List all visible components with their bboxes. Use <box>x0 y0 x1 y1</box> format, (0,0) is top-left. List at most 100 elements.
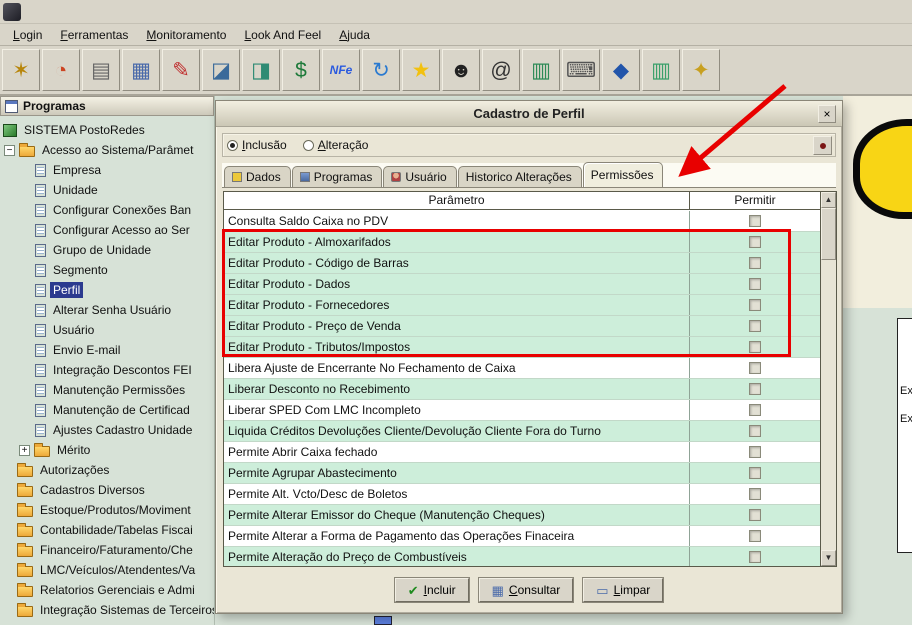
table-row[interactable]: Permite Abrir Caixa fechado <box>224 442 820 463</box>
tree-item-integracao-sistemas-de-terceiros[interactable]: Integração Sistemas de Terceiros <box>0 600 214 620</box>
tree-item-alterar-senha-usuario[interactable]: Alterar Senha Usuário <box>0 300 214 320</box>
table-row[interactable]: Permite Alterar a Forma de Pagamento das… <box>224 526 820 547</box>
toggle-minus-icon[interactable]: − <box>4 145 15 156</box>
permit-checkbox[interactable] <box>749 467 761 479</box>
tree-item-integracao-descontos-fei[interactable]: Integração Descontos FEI <box>0 360 214 380</box>
tab-permissoes[interactable]: Permissões <box>583 162 664 187</box>
email-button[interactable]: @ <box>482 49 520 91</box>
table-row[interactable]: Consulta Saldo Caixa no PDV <box>224 211 820 232</box>
lock-button[interactable]: ✦ <box>682 49 720 91</box>
scroll-down-button[interactable]: ▼ <box>821 550 836 566</box>
nfe-button[interactable]: NFe <box>322 49 360 91</box>
tree-item-manutencao-permissoes[interactable]: Manutenção Permissões <box>0 380 214 400</box>
tree-item-relatorios-gerenciais-e-admi[interactable]: Relatorios Gerenciais e Admi <box>0 580 214 600</box>
permit-checkbox[interactable] <box>749 341 761 353</box>
menu-item-look-and-feel[interactable]: Look And Feel <box>235 26 330 44</box>
table-row[interactable]: Permite Alteração do Preço de Combustíve… <box>224 547 820 566</box>
tab-dados[interactable]: Dados <box>224 166 291 187</box>
table-row[interactable]: Editar Produto - Dados <box>224 274 820 295</box>
dialog-titlebar[interactable]: Cadastro de Perfil × <box>216 101 842 127</box>
permit-checkbox[interactable] <box>749 278 761 290</box>
permit-checkbox[interactable] <box>749 320 761 332</box>
permit-checkbox[interactable] <box>749 530 761 542</box>
tree-item-estoque-produtos-moviment[interactable]: Estoque/Produtos/Moviment <box>0 500 214 520</box>
table-row[interactable]: Editar Produto - Preço de Venda <box>224 316 820 337</box>
table-row[interactable]: Liberar Desconto no Recebimento <box>224 379 820 400</box>
consultar-button[interactable]: ▦Consultar <box>479 578 574 602</box>
column-header-permitir[interactable]: Permitir <box>690 192 820 209</box>
menu-item-ajuda[interactable]: Ajuda <box>330 26 379 44</box>
notes-button[interactable]: ✎ <box>162 49 200 91</box>
scroll-up-button[interactable]: ▲ <box>821 192 836 208</box>
tree-item-acesso-ao-sistema-paramet[interactable]: −Acesso ao Sistema/Parâmet <box>0 140 214 160</box>
stamps-button[interactable]: ▥ <box>522 49 560 91</box>
brand-button[interactable]: ◆ <box>602 49 640 91</box>
toggle-plus-icon[interactable]: + <box>19 445 30 456</box>
permit-checkbox[interactable] <box>749 257 761 269</box>
permit-checkbox[interactable] <box>749 488 761 500</box>
table-row[interactable]: Permite Alt. Vcto/Desc de Boletos <box>224 484 820 505</box>
menu-item-ferramentas[interactable]: Ferramentas <box>51 26 137 44</box>
tab-historico-alteracoes[interactable]: Historico Alterações <box>458 166 582 187</box>
tree-item-empresa[interactable]: Empresa <box>0 160 214 180</box>
tree-item-contabilidade-tabelas-fiscai[interactable]: Contabilidade/Tabelas Fiscai <box>0 520 214 540</box>
tree-item-ajustes-cadastro-unidade[interactable]: Ajustes Cadastro Unidade <box>0 420 214 440</box>
tab-programas[interactable]: Programas <box>292 166 383 187</box>
permit-checkbox[interactable] <box>749 215 761 227</box>
tree-item-sistema-postoredes[interactable]: SISTEMA PostoRedes <box>0 120 214 140</box>
tree-item-configurar-acesso-ao-ser[interactable]: Configurar Acesso ao Ser <box>0 220 214 240</box>
info-button[interactable] <box>813 136 832 155</box>
tree-item-financeiro-faturamento-che[interactable]: Financeiro/Faturamento/Che <box>0 540 214 560</box>
table-row[interactable]: Permite Alterar Emissor do Cheque (Manut… <box>224 505 820 526</box>
background-scroll-thumb[interactable] <box>374 616 392 625</box>
tree-item-autorizacoes[interactable]: Autorizações <box>0 460 214 480</box>
table-row[interactable]: Editar Produto - Fornecedores <box>224 295 820 316</box>
column-header-parametro[interactable]: Parâmetro <box>224 192 690 209</box>
permit-checkbox[interactable] <box>749 362 761 374</box>
tree-item-configurar-conexoes-ban[interactable]: Configurar Conexões Ban <box>0 200 214 220</box>
package-button[interactable]: ◨ <box>242 49 280 91</box>
tree-item-manutencao-de-certificad[interactable]: Manutenção de Certificad <box>0 400 214 420</box>
tree-item-unidade[interactable]: Unidade <box>0 180 214 200</box>
key-button[interactable]: ✶ <box>2 49 40 91</box>
permit-checkbox[interactable] <box>749 383 761 395</box>
radio-inclusao[interactable]: Inclusão <box>227 138 287 152</box>
tree-item-segmento[interactable]: Segmento <box>0 260 214 280</box>
tree-item-lmc-veiculos-atendentes-va[interactable]: LMC/Veículos/Atendentes/Va <box>0 560 214 580</box>
table-row[interactable]: Permite Agrupar Abastecimento <box>224 463 820 484</box>
tree-item-usuario[interactable]: Usuário <box>0 320 214 340</box>
permit-checkbox[interactable] <box>749 236 761 248</box>
table-row[interactable]: Liberar SPED Com LMC Incompleto <box>224 400 820 421</box>
money-button[interactable]: $ <box>282 49 320 91</box>
tree-item-merito[interactable]: +Mérito <box>0 440 214 460</box>
star-button[interactable]: ★ <box>402 49 440 91</box>
workstations-button[interactable]: ▦ <box>122 49 160 91</box>
tab-usuario[interactable]: Usuário <box>383 166 456 187</box>
table-row[interactable]: Editar Produto - Tributos/Impostos <box>224 337 820 358</box>
table-scrollbar[interactable]: ▲ ▼ <box>820 192 836 566</box>
tree-item-grupo-de-unidade[interactable]: Grupo de Unidade <box>0 240 214 260</box>
refresh-globe-button[interactable]: ↻ <box>362 49 400 91</box>
permit-checkbox[interactable] <box>749 404 761 416</box>
permit-checkbox[interactable] <box>749 446 761 458</box>
table-row[interactable]: Liquida Créditos Devoluções Cliente/Devo… <box>224 421 820 442</box>
cards-button[interactable]: ▥ <box>642 49 680 91</box>
smiley-button[interactable]: ☻ <box>442 49 480 91</box>
limpar-button[interactable]: ▭Limpar <box>583 578 663 602</box>
menu-item-login[interactable]: Login <box>4 26 51 44</box>
clock-button[interactable]: ◔ <box>42 49 80 91</box>
permit-checkbox[interactable] <box>749 299 761 311</box>
chart-button[interactable]: ◪ <box>202 49 240 91</box>
tree-item-cadastros-diversos[interactable]: Cadastros Diversos <box>0 480 214 500</box>
menu-item-monitoramento[interactable]: Monitoramento <box>137 26 235 44</box>
incluir-button[interactable]: ✔Incluir <box>395 578 469 602</box>
tree-item-envio-e-mail[interactable]: Envio E-mail <box>0 340 214 360</box>
scroll-thumb[interactable] <box>821 208 836 260</box>
radio-alteracao[interactable]: Alteração <box>303 138 369 152</box>
permit-checkbox[interactable] <box>749 551 761 563</box>
close-button[interactable]: × <box>818 105 836 123</box>
table-row[interactable]: Editar Produto - Código de Barras <box>224 253 820 274</box>
calculator-button[interactable]: ⌨ <box>562 49 600 91</box>
table-row[interactable]: Libera Ajuste de Encerrante No Fechament… <box>224 358 820 379</box>
tree-item-perfil[interactable]: Perfil <box>0 280 214 300</box>
